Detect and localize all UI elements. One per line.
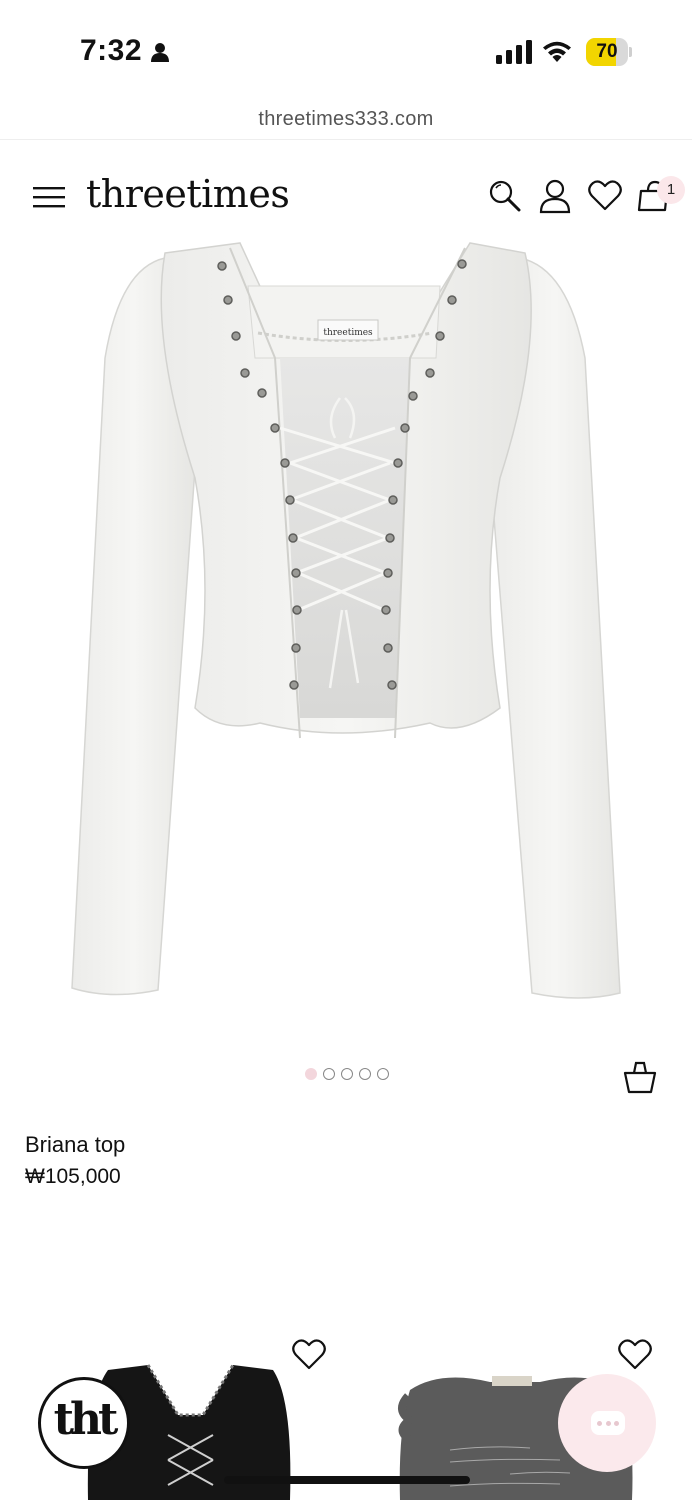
wishlist-heart-icon[interactable] — [291, 1337, 327, 1371]
clock: 7:32 — [80, 34, 143, 67]
add-to-cart-icon[interactable] — [622, 1060, 658, 1094]
hamburger-menu-icon[interactable] — [33, 186, 65, 208]
cart-count-badge: 1 — [657, 176, 685, 204]
carousel-dot-3[interactable] — [341, 1068, 353, 1080]
carousel-dot-5[interactable] — [377, 1068, 389, 1080]
garment-label-text: threetimes — [323, 328, 373, 338]
image-carousel-dots[interactable] — [305, 1068, 389, 1080]
carousel-dot-2[interactable] — [323, 1068, 335, 1080]
wishlist-heart-icon[interactable] — [617, 1337, 653, 1371]
chat-bubble-icon — [591, 1411, 625, 1435]
search-icon[interactable] — [487, 178, 523, 214]
wishlist-icon[interactable] — [587, 178, 623, 214]
chat-button[interactable] — [558, 1374, 656, 1472]
carousel-dot-4[interactable] — [359, 1068, 371, 1080]
address-bar[interactable]: threetimes333.com — [0, 100, 692, 140]
status-bar: 7:32 70 — [0, 0, 692, 100]
product-name[interactable]: Briana top — [25, 1132, 125, 1158]
wifi-icon — [543, 41, 571, 62]
battery-indicator: 70 — [586, 38, 632, 66]
cellular-signal-icon — [496, 40, 532, 64]
site-header: threetimes 1 — [0, 140, 692, 240]
brand-badge-logo-icon[interactable]: tht — [38, 1377, 130, 1469]
url-text: threetimes333.com — [258, 108, 434, 130]
battery-level: 70 — [596, 41, 618, 62]
carousel-dot-1[interactable] — [305, 1068, 317, 1080]
product-price: ₩105,000 — [25, 1165, 121, 1188]
product-image[interactable]: threetimes — [0, 238, 692, 1058]
account-icon[interactable] — [537, 178, 573, 214]
site-logo[interactable]: threetimes — [86, 172, 290, 216]
person-icon — [151, 43, 169, 62]
home-indicator — [224, 1476, 470, 1484]
